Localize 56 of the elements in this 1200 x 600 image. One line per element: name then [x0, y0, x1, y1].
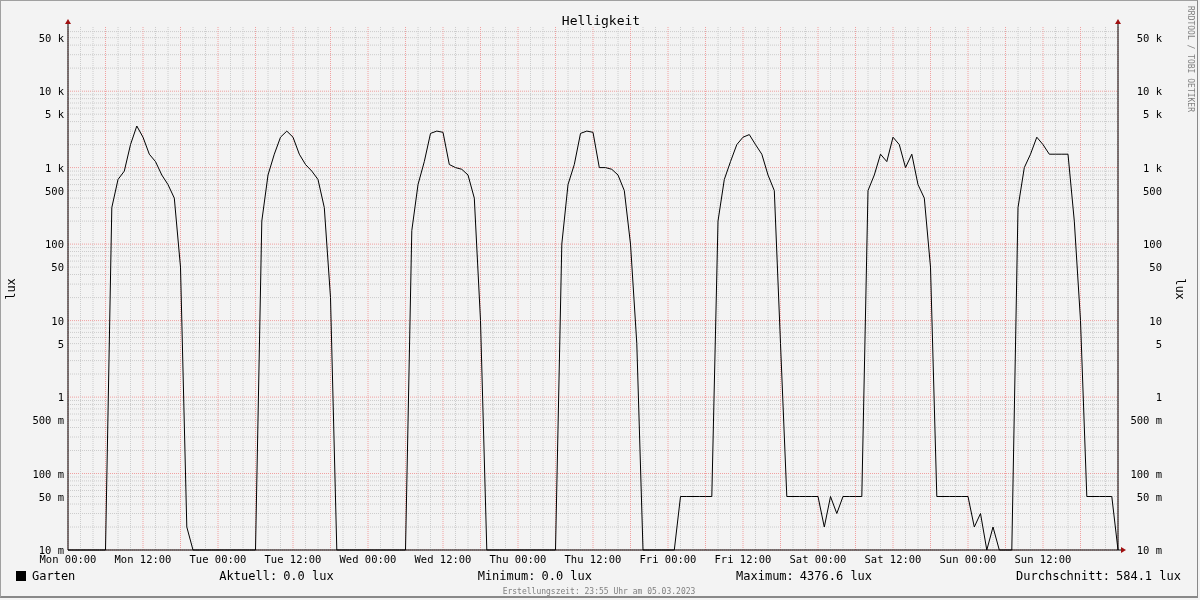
tick-label: 50	[51, 261, 64, 274]
tick-label: 50	[1149, 261, 1162, 274]
stat-value: 0.0 lux	[283, 569, 334, 583]
tick-label: Sun 00:00	[939, 553, 997, 565]
stat-value: 4376.6 lux	[799, 569, 873, 583]
stat-value: 584.1 lux	[1115, 569, 1181, 583]
tick-label: 10 k	[1136, 85, 1162, 98]
tick-label: 5	[1155, 337, 1162, 350]
legend-label: Garten	[32, 569, 76, 583]
tick-label: 50 m	[38, 490, 64, 503]
tick-label: 1	[57, 391, 64, 404]
tick-label: 1 k	[45, 161, 64, 174]
tick-label: 1	[1155, 391, 1162, 404]
tick-label: Thu 00:00	[489, 553, 547, 565]
footer-text: Erstellungszeit: 23:55 Uhr am 05.03.2023	[502, 587, 696, 596]
tick-label: 500	[45, 184, 64, 197]
tick-label: Sat 00:00	[789, 553, 847, 565]
tick-label: 100	[1143, 238, 1162, 251]
tick-label: 500	[1143, 184, 1162, 197]
stat-label: Maximum:	[736, 569, 794, 583]
tick-label: Fri 12:00	[714, 553, 772, 565]
tick-label: Sat 12:00	[864, 553, 922, 565]
stat-label: Minimum:	[477, 569, 536, 583]
stat-label: Durchschnitt:	[1016, 569, 1110, 583]
tick-label: 10	[1149, 314, 1162, 327]
tick-label: Tue 00:00	[189, 553, 247, 565]
tick-label: Mon 00:00	[39, 553, 97, 565]
tick-label: 50 k	[1136, 31, 1162, 44]
tick-label: 10 k	[38, 85, 64, 98]
tick-label: Tue 12:00	[264, 553, 322, 565]
tick-label: Wed 12:00	[414, 553, 472, 565]
tick-label: 100 m	[32, 467, 64, 480]
tick-label: 5 k	[45, 108, 64, 121]
tick-label: 500 m	[1130, 414, 1162, 427]
stat-label: Aktuell:	[219, 569, 278, 583]
stat-value: 0.0 lux	[541, 569, 593, 583]
tick-label: 500 m	[32, 414, 64, 427]
chart-title: Helligkeit	[561, 13, 641, 28]
axis-title: lux	[1173, 278, 1187, 300]
credit-text: RRDTOOL / TOBI OETIKER	[1186, 6, 1195, 112]
tick-label: 10 m	[1136, 544, 1162, 556]
tick-label: 5 k	[1143, 108, 1162, 121]
tick-label: Thu 12:00	[564, 553, 622, 565]
tick-label: 10	[51, 314, 64, 327]
tick-label: Fri 00:00	[639, 553, 697, 565]
tick-label: Wed 00:00	[339, 553, 397, 565]
tick-label: Sun 12:00	[1014, 553, 1072, 565]
tick-label: 100 m	[1130, 467, 1162, 480]
tick-label: 5	[57, 337, 64, 350]
axis-title: lux	[4, 278, 18, 300]
tick-label: 1 k	[1143, 161, 1162, 174]
tick-label: Mon 12:00	[114, 553, 172, 565]
tick-label: 10 m	[38, 544, 64, 556]
tick-label: 50 m	[1136, 490, 1162, 503]
tick-label: 50 k	[38, 31, 64, 44]
tick-label: 100	[45, 238, 64, 251]
